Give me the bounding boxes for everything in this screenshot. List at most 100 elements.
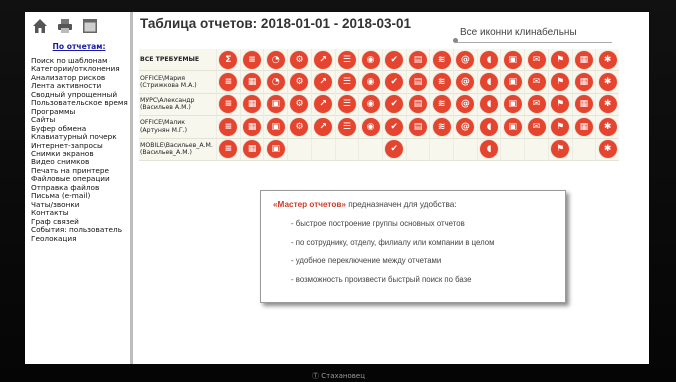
report-icon[interactable]: ▤ <box>409 73 427 92</box>
report-icon[interactable]: ✉ <box>527 95 546 114</box>
report-icon[interactable]: ⚑ <box>551 140 570 159</box>
report-icon[interactable]: ▦ <box>574 117 593 136</box>
report-icon[interactable]: ▣ <box>503 117 522 136</box>
report-icon[interactable]: ▦ <box>574 73 593 92</box>
report-icon[interactable]: ◖ <box>480 73 499 92</box>
report-icon[interactable]: ▦ <box>243 140 262 159</box>
report-icon[interactable]: ⚑ <box>551 95 570 114</box>
row-label[interactable]: OFFICE\Мария (Стрижкова М.А.) <box>139 71 217 94</box>
report-icon[interactable]: ▤ <box>409 50 427 69</box>
report-icon[interactable]: ◉ <box>361 50 380 69</box>
report-icon[interactable]: ☰ <box>337 95 356 114</box>
report-icon[interactable]: ◔ <box>266 50 285 69</box>
report-icon[interactable]: ▣ <box>266 140 285 159</box>
report-icon[interactable]: ✉ <box>527 73 546 92</box>
search-input[interactable] <box>456 23 612 43</box>
report-cell: ◔ <box>263 71 288 94</box>
report-icon[interactable]: ≋ <box>432 50 451 69</box>
report-icon[interactable]: ⚙ <box>290 117 309 136</box>
report-icon[interactable]: ≡ <box>219 140 238 159</box>
report-icon[interactable]: ▦ <box>574 95 593 114</box>
report-icon[interactable]: ◖ <box>480 140 499 159</box>
report-cell: ◉ <box>358 116 382 139</box>
report-icon[interactable]: @ <box>456 117 475 136</box>
home-icon[interactable] <box>31 17 49 35</box>
report-icon[interactable]: ✱ <box>598 140 617 159</box>
report-icon[interactable]: ⚑ <box>551 73 570 92</box>
row-label[interactable]: ВСЕ ТРЕБУЕМЫЕ <box>139 49 217 72</box>
report-icon[interactable]: @ <box>456 95 475 114</box>
report-icon[interactable]: ≡ <box>219 95 238 114</box>
report-icon[interactable]: ▦ <box>243 117 262 136</box>
report-icon[interactable]: ⚙ <box>290 73 309 92</box>
report-icon[interactable]: ↗ <box>314 73 333 92</box>
report-icon[interactable]: ▦ <box>243 73 262 92</box>
report-icon[interactable]: ◖ <box>480 95 499 114</box>
report-icon[interactable]: ↗ <box>314 95 333 114</box>
report-icon[interactable]: ↗ <box>314 50 333 69</box>
report-icon[interactable]: ↗ <box>314 117 333 136</box>
report-icon[interactable]: ⚙ <box>290 50 309 69</box>
empty-slot <box>338 140 356 158</box>
report-icon[interactable]: ✱ <box>598 73 617 92</box>
report-icon[interactable]: Σ <box>219 50 238 69</box>
report-icon[interactable]: ▤ <box>409 95 427 114</box>
report-icon[interactable]: ▣ <box>503 95 522 114</box>
report-icon[interactable]: ☰ <box>337 117 356 136</box>
report-icon[interactable]: ✱ <box>598 95 617 114</box>
report-icon[interactable]: ✔ <box>385 140 404 159</box>
report-icon[interactable]: ✔ <box>385 73 404 92</box>
report-icon[interactable]: ≡ <box>219 117 238 136</box>
sidebar-report-link[interactable]: Геолокация <box>31 234 128 243</box>
report-cell: ≋ <box>429 93 454 117</box>
report-cell: ⚑ <box>547 116 572 139</box>
report-cell: ▤ <box>405 93 430 117</box>
report-icon[interactable]: ▦ <box>574 50 593 69</box>
report-icon[interactable]: ◉ <box>361 117 380 136</box>
report-icon[interactable]: ≡ <box>243 50 262 69</box>
report-icon[interactable]: ≋ <box>432 117 451 136</box>
report-icon[interactable]: ≡ <box>219 73 238 92</box>
info-intro-text: предназначен для удобства: <box>345 200 457 209</box>
report-icon[interactable]: ⚙ <box>290 95 309 114</box>
sidebar-title[interactable]: По отчетам: <box>25 42 133 51</box>
row-label[interactable]: OFFICE\Малик (Артунян М.Г.) <box>139 116 217 139</box>
report-icon[interactable]: ✔ <box>385 50 404 69</box>
report-icon[interactable]: ▣ <box>266 117 285 136</box>
report-icon[interactable]: ≋ <box>432 95 451 114</box>
report-cell: ▤ <box>405 49 430 72</box>
report-icon[interactable]: ☰ <box>337 50 356 69</box>
row-label[interactable]: МУРС\Александр (Васильев А.М.) <box>139 93 217 117</box>
printer-icon[interactable] <box>56 17 74 35</box>
report-icon[interactable]: ≋ <box>432 73 451 92</box>
report-icon[interactable]: ▤ <box>409 117 427 136</box>
report-icon[interactable]: ◉ <box>361 73 380 92</box>
report-icon[interactable]: ✱ <box>598 50 617 69</box>
report-icon[interactable]: ▣ <box>503 50 522 69</box>
report-icon[interactable]: ☰ <box>337 73 356 92</box>
row-label-line: MOBILE\Васильев_А.М. <box>140 141 213 149</box>
report-icon[interactable]: ⚑ <box>551 50 570 69</box>
report-icon[interactable]: ✔ <box>385 95 404 114</box>
report-icon[interactable]: ◖ <box>480 117 499 136</box>
report-icon[interactable]: ✉ <box>527 50 546 69</box>
report-icon[interactable]: ◔ <box>266 73 285 92</box>
report-icon[interactable]: ▦ <box>243 95 262 114</box>
report-icon[interactable]: ▣ <box>503 73 522 92</box>
report-icon[interactable]: ⚑ <box>551 117 570 136</box>
report-icon[interactable]: ✱ <box>598 117 617 136</box>
row-label[interactable]: MOBILE\Васильев_А.М. (Васильев_А.М.) <box>139 138 217 161</box>
report-icon[interactable]: @ <box>456 50 475 69</box>
report-icon[interactable]: ▣ <box>266 95 285 114</box>
row-label-line: (Стрижкова М.А.) <box>140 82 197 90</box>
page-title: Таблица отчетов: 2018-01-01 - 2018-03-01 <box>140 16 412 31</box>
report-cell <box>358 138 382 161</box>
empty-slot <box>433 140 451 158</box>
window-icon[interactable] <box>81 17 99 35</box>
report-icon[interactable]: ✉ <box>527 117 546 136</box>
report-icon[interactable]: ◖ <box>480 50 499 69</box>
report-icon[interactable]: @ <box>456 73 475 92</box>
report-icon[interactable]: ◉ <box>361 95 380 114</box>
report-cell: ▦ <box>571 116 596 139</box>
report-icon[interactable]: ✔ <box>385 117 404 136</box>
